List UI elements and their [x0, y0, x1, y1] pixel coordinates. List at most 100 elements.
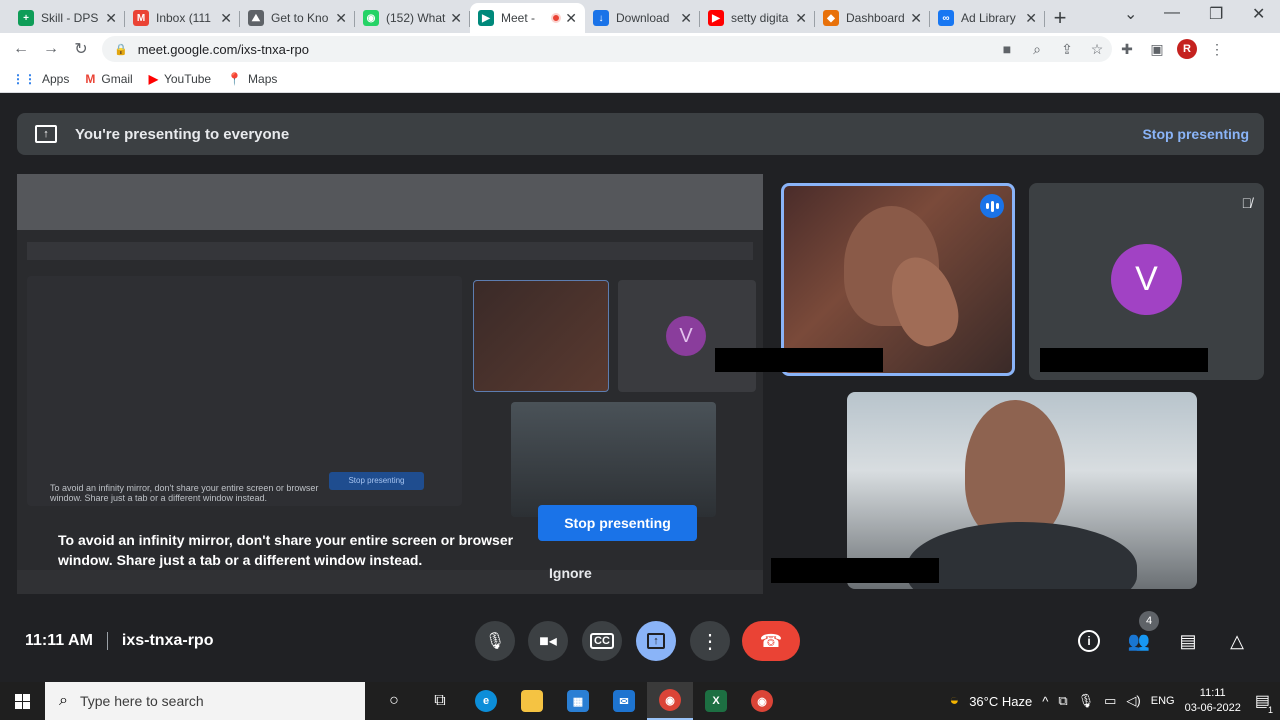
notifications-icon[interactable]: ▤ 1	[1255, 691, 1275, 715]
browser-tab[interactable]: + Skill - DPS ✕	[10, 3, 125, 33]
tab-favicon-icon: ∞	[938, 10, 954, 26]
browser-tab[interactable]: ▶ Meet - ✕	[470, 3, 585, 33]
tab-close-icon[interactable]: ✕	[910, 10, 922, 27]
microphone-tray-icon[interactable]: 🎙	[1078, 693, 1095, 709]
new-tab-button[interactable]: +	[1045, 3, 1075, 33]
language-indicator[interactable]: ENG	[1151, 695, 1175, 707]
excel-app[interactable]: X	[693, 682, 739, 720]
mail-app[interactable]: ✉	[601, 682, 647, 720]
ignore-button[interactable]: Ignore	[549, 565, 592, 581]
browser-tab[interactable]: ◉ (152) What ✕	[355, 3, 470, 33]
present-button[interactable]: ↑	[636, 621, 676, 661]
forward-icon[interactable]: →	[36, 40, 66, 58]
taskbar-search[interactable]: ⌕ Type here to search	[45, 682, 365, 720]
bookmark-label: Apps	[42, 71, 70, 86]
volume-icon[interactable]: ◁)	[1126, 693, 1140, 709]
browser-tab[interactable]: ▶ setty digita ✕	[700, 3, 815, 33]
side-panel-icon[interactable]: ▣	[1142, 41, 1172, 58]
tab-close-icon[interactable]: ✕	[105, 10, 117, 27]
divider	[106, 632, 108, 650]
extensions-icon[interactable]: ✚	[1112, 41, 1142, 58]
redacted-name-2	[1040, 348, 1208, 372]
self-shirt	[907, 522, 1137, 589]
tab-close-icon[interactable]: ✕	[220, 10, 232, 27]
edge-icon: e	[475, 690, 497, 712]
start-button[interactable]	[0, 693, 45, 709]
tab-title: Skill - DPS	[41, 11, 99, 25]
more-options-button[interactable]: ⋮	[690, 621, 730, 661]
minimize-icon[interactable]: —	[1164, 4, 1180, 22]
tab-title: Dashboard	[846, 11, 905, 25]
gmail-icon: M	[85, 71, 96, 86]
mirror-banner	[27, 242, 753, 260]
meeting-details-icon[interactable]: i	[1076, 628, 1102, 654]
bookmark-youtube[interactable]: ▶ YouTube	[149, 72, 211, 86]
bookmark-apps[interactable]: ⋮⋮ Apps	[12, 72, 69, 86]
profile-avatar[interactable]: R	[1177, 39, 1197, 59]
browser-tab[interactable]: ∞ Ad Library ✕	[930, 3, 1045, 33]
tab-close-icon[interactable]: ✕	[335, 10, 347, 27]
reload-icon[interactable]: ↻	[66, 39, 96, 59]
stop-presenting-button[interactable]: Stop presenting	[538, 505, 697, 541]
tab-favicon-icon: ↓	[593, 10, 609, 26]
more-vert-icon: ⋮	[700, 630, 720, 653]
speaking-indicator-icon	[980, 194, 1004, 218]
apps-grid-icon: ⋮⋮	[12, 71, 36, 86]
file-explorer-app[interactable]	[509, 682, 555, 720]
share-icon[interactable]: ⇪	[1052, 41, 1082, 58]
weather-text[interactable]: 36°C Haze	[969, 694, 1032, 709]
store-app[interactable]: ▦	[555, 682, 601, 720]
bookmark-star-icon[interactable]: ☆	[1082, 41, 1112, 58]
mic-off-icon: 🎙̸	[1241, 195, 1253, 211]
url-field[interactable]: 🔒 meet.google.com/ixs-tnxa-rpo ■ ⌕ ⇪ ☆	[102, 36, 1112, 62]
captions-button[interactable]: CC	[582, 621, 622, 661]
excel-icon: X	[705, 690, 727, 712]
task-view-icon[interactable]: ⧉	[417, 682, 463, 720]
camera-icon[interactable]: ■	[992, 41, 1022, 58]
mic-button[interactable]: 🎙	[475, 621, 515, 661]
browser-tab[interactable]: ⛰ Get to Kno ✕	[240, 3, 355, 33]
cortana-icon[interactable]: ○	[371, 682, 417, 720]
browser-tab[interactable]: ◆ Dashboard ✕	[815, 3, 930, 33]
people-icon[interactable]: 👥	[1126, 628, 1152, 654]
tab-close-icon[interactable]: ✕	[680, 10, 692, 27]
tab-close-icon[interactable]: ✕	[1025, 10, 1037, 27]
tab-title: Ad Library	[961, 11, 1016, 25]
end-call-icon: ☎	[759, 630, 783, 651]
bookmark-label: Gmail	[101, 71, 133, 86]
tab-title: Download	[616, 11, 670, 25]
tab-close-icon[interactable]: ✕	[795, 10, 807, 27]
zoom-icon[interactable]: ⌕	[1022, 41, 1052, 58]
chrome-profile-app[interactable]: ◉	[739, 682, 785, 720]
back-icon[interactable]: ←	[6, 40, 36, 58]
banner-stop-presenting-button[interactable]: Stop presenting	[1142, 126, 1249, 142]
tab-favicon-icon: ◉	[363, 10, 379, 26]
presenting-banner: ↑ You're presenting to everyone Stop pre…	[17, 113, 1264, 155]
battery-icon[interactable]: ▭	[1104, 693, 1116, 709]
edge-app[interactable]: e	[463, 682, 509, 720]
bookmark-gmail[interactable]: M Gmail	[85, 72, 132, 86]
camera-button[interactable]: ■◂	[528, 621, 568, 661]
tab-search-chevron-icon[interactable]: ⌄	[1124, 4, 1137, 24]
system-clock[interactable]: 11:11 03-06-2022	[1185, 686, 1241, 716]
meet-tray-icon[interactable]: ⧉	[1058, 693, 1067, 709]
leave-call-button[interactable]: ☎	[742, 621, 800, 661]
weather-icon[interactable]: ◒	[950, 692, 960, 710]
tab-close-icon[interactable]: ✕	[565, 10, 577, 27]
browser-tab[interactable]: M Inbox (111 ✕	[125, 3, 240, 33]
chat-icon[interactable]: ▤	[1175, 628, 1201, 654]
chrome-app[interactable]: ◉	[647, 682, 693, 720]
activities-icon[interactable]: △	[1224, 628, 1250, 654]
browser-menu-icon[interactable]: ⋮	[1202, 41, 1232, 58]
tab-close-icon[interactable]: ✕	[450, 10, 462, 27]
show-hidden-icons-icon[interactable]: ^	[1042, 694, 1048, 709]
bookmark-maps[interactable]: 📍 Maps	[227, 72, 277, 86]
presenting-banner-text: You're presenting to everyone	[75, 125, 290, 143]
redacted-name-1	[715, 348, 883, 372]
meet-main: ↑ You're presenting to everyone Stop pre…	[0, 96, 1280, 682]
browser-tab[interactable]: ↓ Download ✕	[585, 3, 700, 33]
restore-icon[interactable]: ❐	[1209, 4, 1223, 24]
close-window-icon[interactable]: ✕	[1252, 4, 1265, 24]
url-text: meet.google.com/ixs-tnxa-rpo	[137, 41, 309, 57]
meeting-info: 11:11 AM ixs-tnxa-rpo	[25, 632, 213, 650]
